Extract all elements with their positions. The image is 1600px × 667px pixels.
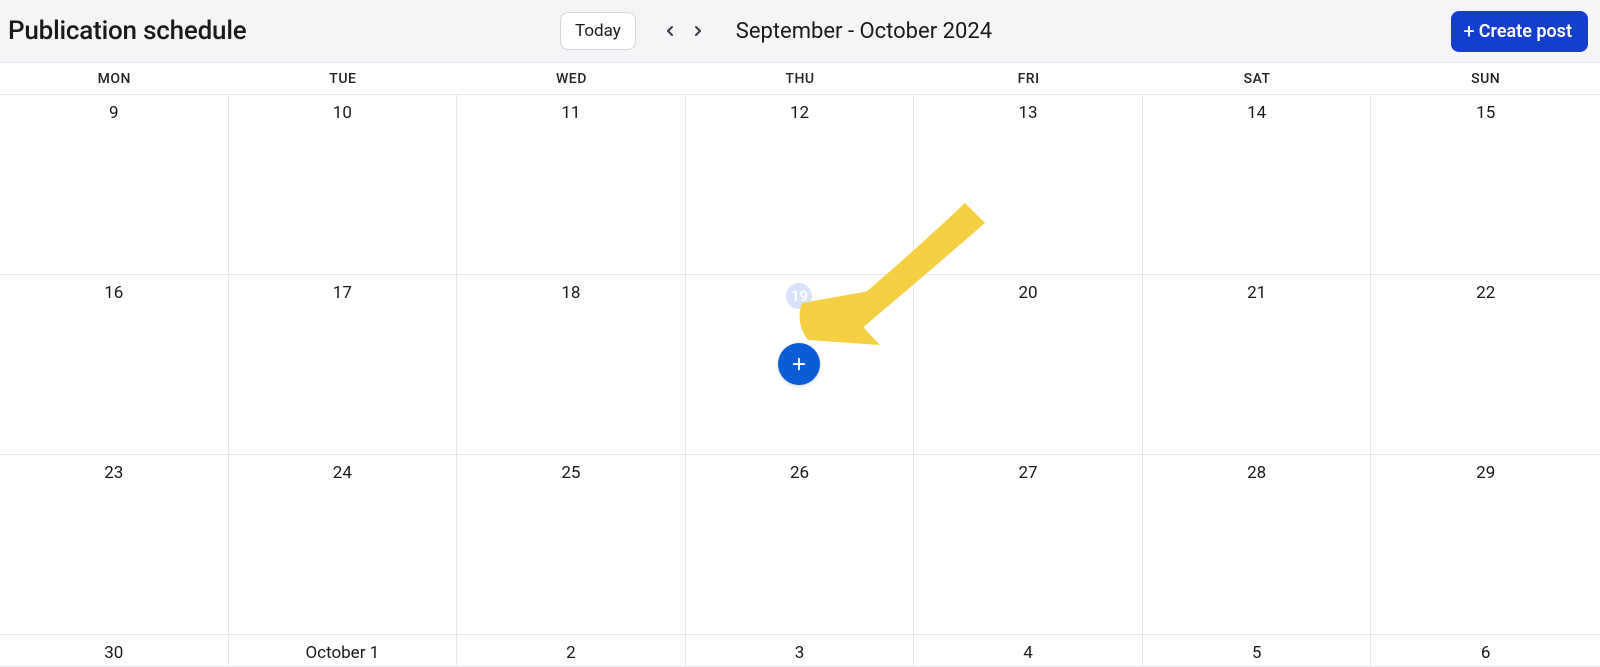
date-range-label: September - October 2024 xyxy=(736,19,992,44)
day-number: 22 xyxy=(1476,283,1495,303)
calendar-week-row: 30 October 1 2 3 4 5 6 xyxy=(0,635,1600,667)
day-number: 30 xyxy=(104,643,123,663)
calendar-day-cell[interactable]: 6 xyxy=(1371,635,1600,666)
calendar-day-cell[interactable]: 23 xyxy=(0,455,229,634)
calendar-day-cell[interactable]: 28 xyxy=(1143,455,1372,634)
day-number: 27 xyxy=(1019,463,1038,483)
day-number: 2 xyxy=(566,643,576,663)
chevron-right-icon xyxy=(690,23,706,39)
calendar-week-row: 16 17 18 19 20 21 22 xyxy=(0,275,1600,455)
day-number: 16 xyxy=(104,283,123,303)
calendar-day-cell[interactable]: 12 xyxy=(686,95,915,274)
calendar-day-cell[interactable]: 13 xyxy=(914,95,1143,274)
calendar-day-cell[interactable]: 9 xyxy=(0,95,229,274)
nav-arrows xyxy=(658,19,710,43)
calendar-day-cell[interactable]: 21 xyxy=(1143,275,1372,454)
calendar-day-cell[interactable]: 25 xyxy=(457,455,686,634)
calendar-day-cell[interactable]: 30 xyxy=(0,635,229,666)
create-post-label: Create post xyxy=(1479,21,1572,42)
weekday-header: TUE xyxy=(229,63,458,94)
create-post-button[interactable]: + Create post xyxy=(1451,11,1588,52)
calendar-day-cell[interactable]: 5 xyxy=(1143,635,1372,666)
day-number: 28 xyxy=(1247,463,1266,483)
weekday-header: FRI xyxy=(914,63,1143,94)
chevron-left-icon xyxy=(662,23,678,39)
next-arrow-button[interactable] xyxy=(686,19,710,43)
weekday-header: WED xyxy=(457,63,686,94)
day-number: 15 xyxy=(1476,103,1495,123)
calendar-week-row: 9 10 11 12 13 14 15 xyxy=(0,95,1600,275)
calendar-day-cell[interactable]: 19 xyxy=(686,275,915,454)
calendar-week-row: 23 24 25 26 27 28 29 xyxy=(0,455,1600,635)
calendar-day-cell[interactable]: 27 xyxy=(914,455,1143,634)
weekday-header: MON xyxy=(0,63,229,94)
day-number: 12 xyxy=(790,103,809,123)
topbar: Publication schedule Today September - O… xyxy=(0,0,1600,62)
calendar-day-cell[interactable]: 29 xyxy=(1371,455,1600,634)
day-number: 4 xyxy=(1023,643,1033,663)
calendar-day-cell[interactable]: 14 xyxy=(1143,95,1372,274)
today-button[interactable]: Today xyxy=(560,12,636,50)
day-number: 9 xyxy=(109,103,119,123)
prev-arrow-button[interactable] xyxy=(658,19,682,43)
day-number: 23 xyxy=(104,463,123,483)
calendar-day-cell[interactable]: 16 xyxy=(0,275,229,454)
calendar: MON TUE WED THU FRI SAT SUN 9 10 11 12 1… xyxy=(0,62,1600,667)
day-number: 20 xyxy=(1019,283,1038,303)
plus-icon xyxy=(790,355,808,373)
calendar-day-cell[interactable]: 24 xyxy=(229,455,458,634)
day-number: 26 xyxy=(790,463,809,483)
plus-icon: + xyxy=(1463,21,1474,41)
calendar-day-cell[interactable]: 4 xyxy=(914,635,1143,666)
day-number-highlighted: 19 xyxy=(786,283,812,309)
day-number: 13 xyxy=(1019,103,1038,123)
day-number: 21 xyxy=(1247,283,1266,303)
calendar-day-cell[interactable]: 18 xyxy=(457,275,686,454)
calendar-day-cell[interactable]: 15 xyxy=(1371,95,1600,274)
day-number: 6 xyxy=(1481,643,1491,663)
calendar-day-cell[interactable]: 22 xyxy=(1371,275,1600,454)
day-number: 11 xyxy=(561,103,580,123)
calendar-day-cell[interactable]: October 1 xyxy=(229,635,458,666)
calendar-day-cell[interactable]: 17 xyxy=(229,275,458,454)
day-number: 10 xyxy=(333,103,352,123)
weekday-header: THU xyxy=(686,63,915,94)
calendar-day-cell[interactable]: 10 xyxy=(229,95,458,274)
page-title: Publication schedule xyxy=(8,16,246,46)
day-number: 24 xyxy=(333,463,352,483)
day-number: 25 xyxy=(561,463,580,483)
calendar-day-cell[interactable]: 20 xyxy=(914,275,1143,454)
add-post-button[interactable] xyxy=(778,343,820,385)
weekday-header-row: MON TUE WED THU FRI SAT SUN xyxy=(0,63,1600,95)
calendar-day-cell[interactable]: 11 xyxy=(457,95,686,274)
calendar-weeks: 9 10 11 12 13 14 15 16 17 18 19 20 21 22… xyxy=(0,95,1600,667)
topbar-center: Today September - October 2024 xyxy=(560,12,992,50)
calendar-day-cell[interactable]: 26 xyxy=(686,455,915,634)
calendar-day-cell[interactable]: 3 xyxy=(686,635,915,666)
calendar-day-cell[interactable]: 2 xyxy=(457,635,686,666)
day-number: October 1 xyxy=(305,643,379,663)
day-number: 3 xyxy=(795,643,805,663)
weekday-header: SUN xyxy=(1371,63,1600,94)
day-number: 17 xyxy=(333,283,352,303)
day-number: 18 xyxy=(561,283,580,303)
day-number: 5 xyxy=(1252,643,1262,663)
day-number: 14 xyxy=(1247,103,1266,123)
weekday-header: SAT xyxy=(1143,63,1372,94)
day-number: 29 xyxy=(1476,463,1495,483)
